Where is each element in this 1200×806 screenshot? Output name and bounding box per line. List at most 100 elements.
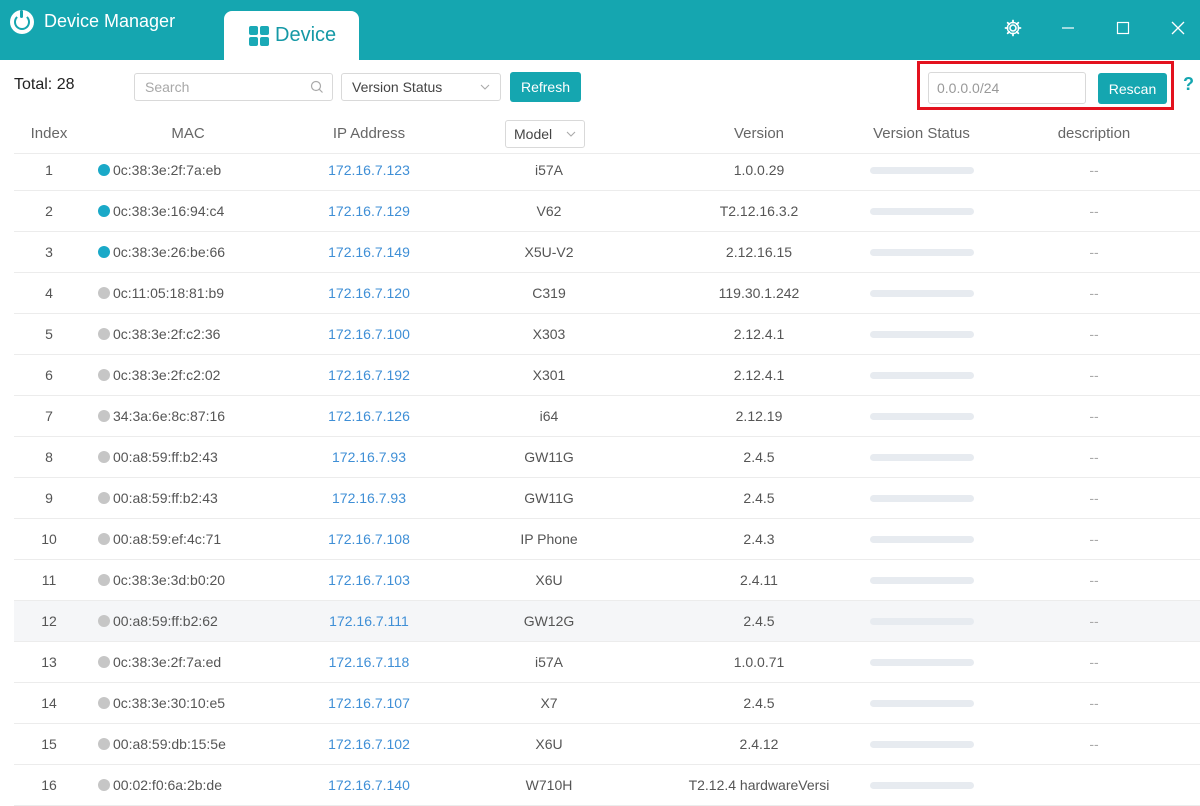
ip-link[interactable]: 172.16.7.102: [304, 724, 434, 764]
cell-model: GW12G: [523, 613, 575, 629]
version-status-bar: [869, 207, 974, 215]
table-row[interactable]: 11 0c:38:3e:3d:b0:20 172.16.7.103 X6U 2.4.11…: [14, 560, 1200, 601]
cell-description: --: [1089, 285, 1099, 301]
rescan-button[interactable]: Rescan: [1098, 73, 1167, 104]
search-input[interactable]: [135, 74, 295, 100]
table-row[interactable]: 12 00:a8:59:ff:b2:62 172.16.7.111 GW12G 2.4.…: [14, 601, 1200, 642]
version-status-bar: [869, 248, 974, 256]
header-mac[interactable]: MAC: [98, 113, 278, 153]
cell-description: --: [1089, 408, 1099, 424]
table-row[interactable]: 16 00:02:f0:6a:2b:de 172.16.7.140 W710H T2.1…: [14, 765, 1200, 806]
mac-text: 00:02:f0:6a:2b:de: [113, 777, 222, 793]
version-status-bar: [869, 535, 974, 543]
status-dot-icon: [98, 246, 110, 258]
tab-device-label: Device: [275, 24, 337, 46]
ip-link[interactable]: 172.16.7.111: [304, 601, 434, 641]
tab-device[interactable]: Device: [224, 11, 359, 60]
cell-mac: 34:3a:6e:8c:87:16: [98, 396, 278, 436]
table-row[interactable]: 13 0c:38:3e:2f:7a:ed 172.16.7.118 i57A 1.0.0…: [14, 642, 1200, 683]
mac-text: 0c:38:3e:2f:c2:02: [113, 367, 221, 383]
cell-version-status: [854, 642, 989, 682]
cell-mac: 0c:11:05:18:81:b9: [98, 273, 278, 313]
ip-link[interactable]: 172.16.7.93: [304, 437, 434, 477]
cell-mac: 0c:38:3e:2f:7a:eb: [98, 150, 278, 190]
cell-index: 1: [45, 162, 53, 178]
mac-text: 00:a8:59:db:15:5e: [113, 736, 226, 752]
status-dot-icon: [98, 492, 110, 504]
table-row[interactable]: 2 0c:38:3e:16:94:c4 172.16.7.129 V62 T2.12.1…: [14, 191, 1200, 232]
minimize-icon[interactable]: [1058, 18, 1078, 38]
cell-model: X301: [532, 367, 566, 383]
model-filter-select[interactable]: Model: [505, 120, 585, 148]
cell-mac: 00:a8:59:ff:b2:43: [98, 437, 278, 477]
ip-link[interactable]: 172.16.7.108: [304, 519, 434, 559]
table-row[interactable]: 14 0c:38:3e:30:10:e5 172.16.7.107 X7 2.4.5 --: [14, 683, 1200, 724]
ip-link[interactable]: 172.16.7.120: [304, 273, 434, 313]
cell-version-status: [854, 519, 989, 559]
ip-link[interactable]: 172.16.7.93: [304, 478, 434, 518]
table-row[interactable]: 8 00:a8:59:ff:b2:43 172.16.7.93 GW11G 2.4.5 -…: [14, 437, 1200, 478]
help-icon[interactable]: ?: [1183, 74, 1194, 95]
ip-link[interactable]: 172.16.7.103: [304, 560, 434, 600]
cell-description: --: [1089, 244, 1099, 260]
mac-text: 0c:11:05:18:81:b9: [113, 285, 225, 301]
cell-index: 10: [41, 531, 57, 547]
maximize-icon[interactable]: [1113, 18, 1133, 38]
cell-index: 7: [45, 408, 53, 424]
cell-index: 13: [41, 654, 57, 670]
cell-version-status: [854, 765, 989, 805]
table-row[interactable]: 9 00:a8:59:ff:b2:43 172.16.7.93 GW11G 2.4.5 -…: [14, 478, 1200, 519]
ip-link[interactable]: 172.16.7.100: [304, 314, 434, 354]
cell-index: 3: [45, 244, 53, 260]
refresh-button[interactable]: Refresh: [510, 72, 581, 102]
cell-version-status: [854, 232, 989, 272]
cell-model: X7: [540, 695, 558, 711]
header-version-status[interactable]: Version Status: [854, 113, 989, 153]
table-row[interactable]: 6 0c:38:3e:2f:c2:02 172.16.7.192 X301 2.12.4…: [14, 355, 1200, 396]
cell-version: 2.4.5: [743, 449, 775, 465]
header-version[interactable]: Version: [674, 113, 844, 153]
cell-model: X5U-V2: [524, 244, 574, 260]
ip-link[interactable]: 172.16.7.123: [304, 150, 434, 190]
cell-model: X303: [532, 326, 566, 342]
cell-model: V62: [536, 203, 562, 219]
cell-description: --: [1089, 203, 1099, 219]
ip-link[interactable]: 172.16.7.192: [304, 355, 434, 395]
cell-index: 8: [45, 449, 53, 465]
ip-link[interactable]: 172.16.7.149: [304, 232, 434, 272]
ip-range-input[interactable]: 0.0.0.0/24: [928, 72, 1086, 104]
header-ip[interactable]: IP Address: [304, 113, 434, 153]
ip-link[interactable]: 172.16.7.107: [304, 683, 434, 723]
cell-description: [1034, 765, 1154, 805]
search-box[interactable]: [134, 73, 333, 101]
settings-gear-icon[interactable]: [1003, 18, 1023, 38]
ip-link[interactable]: 172.16.7.118: [304, 642, 434, 682]
cell-version-status: [854, 150, 989, 190]
header-description[interactable]: description: [1034, 113, 1154, 153]
ip-link[interactable]: 172.16.7.126: [304, 396, 434, 436]
version-status-bar: [869, 371, 974, 379]
cell-index: 5: [45, 326, 53, 342]
cell-mac: 0c:38:3e:3d:b0:20: [98, 560, 278, 600]
table-row[interactable]: 15 00:a8:59:db:15:5e 172.16.7.102 X6U 2.4.12…: [14, 724, 1200, 765]
mac-text: 0c:38:3e:2f:7a:ed: [113, 654, 222, 670]
table-row[interactable]: 7 34:3a:6e:8c:87:16 172.16.7.126 i64 2.12.19…: [14, 396, 1200, 437]
version-status-bar: [869, 617, 974, 625]
cell-version: 2.4.5: [743, 695, 775, 711]
table-row[interactable]: 1 0c:38:3e:2f:7a:eb 172.16.7.123 i57A 1.0.0.…: [14, 150, 1200, 191]
cell-version-status: [854, 314, 989, 354]
table-row[interactable]: 5 0c:38:3e:2f:c2:36 172.16.7.100 X303 2.12.4…: [14, 314, 1200, 355]
cell-mac: 00:02:f0:6a:2b:de: [98, 765, 278, 805]
ip-link[interactable]: 172.16.7.129: [304, 191, 434, 231]
mac-text: 0c:38:3e:26:be:66: [113, 244, 226, 260]
table-row[interactable]: 3 0c:38:3e:26:be:66 172.16.7.149 X5U-V2 2.12…: [14, 232, 1200, 273]
cell-mac: 0c:38:3e:2f:7a:ed: [98, 642, 278, 682]
table-row[interactable]: 4 0c:11:05:18:81:b9 172.16.7.120 C319 119.30…: [14, 273, 1200, 314]
cell-mac: 0c:38:3e:26:be:66: [98, 232, 278, 272]
close-icon[interactable]: [1168, 18, 1188, 38]
cell-index: 2: [45, 203, 53, 219]
table-row[interactable]: 10 00:a8:59:ef:4c:71 172.16.7.108 IP Phone 2…: [14, 519, 1200, 560]
version-status-select[interactable]: Version Status: [341, 73, 501, 101]
header-index[interactable]: Index: [14, 113, 84, 153]
ip-link[interactable]: 172.16.7.140: [304, 765, 434, 805]
